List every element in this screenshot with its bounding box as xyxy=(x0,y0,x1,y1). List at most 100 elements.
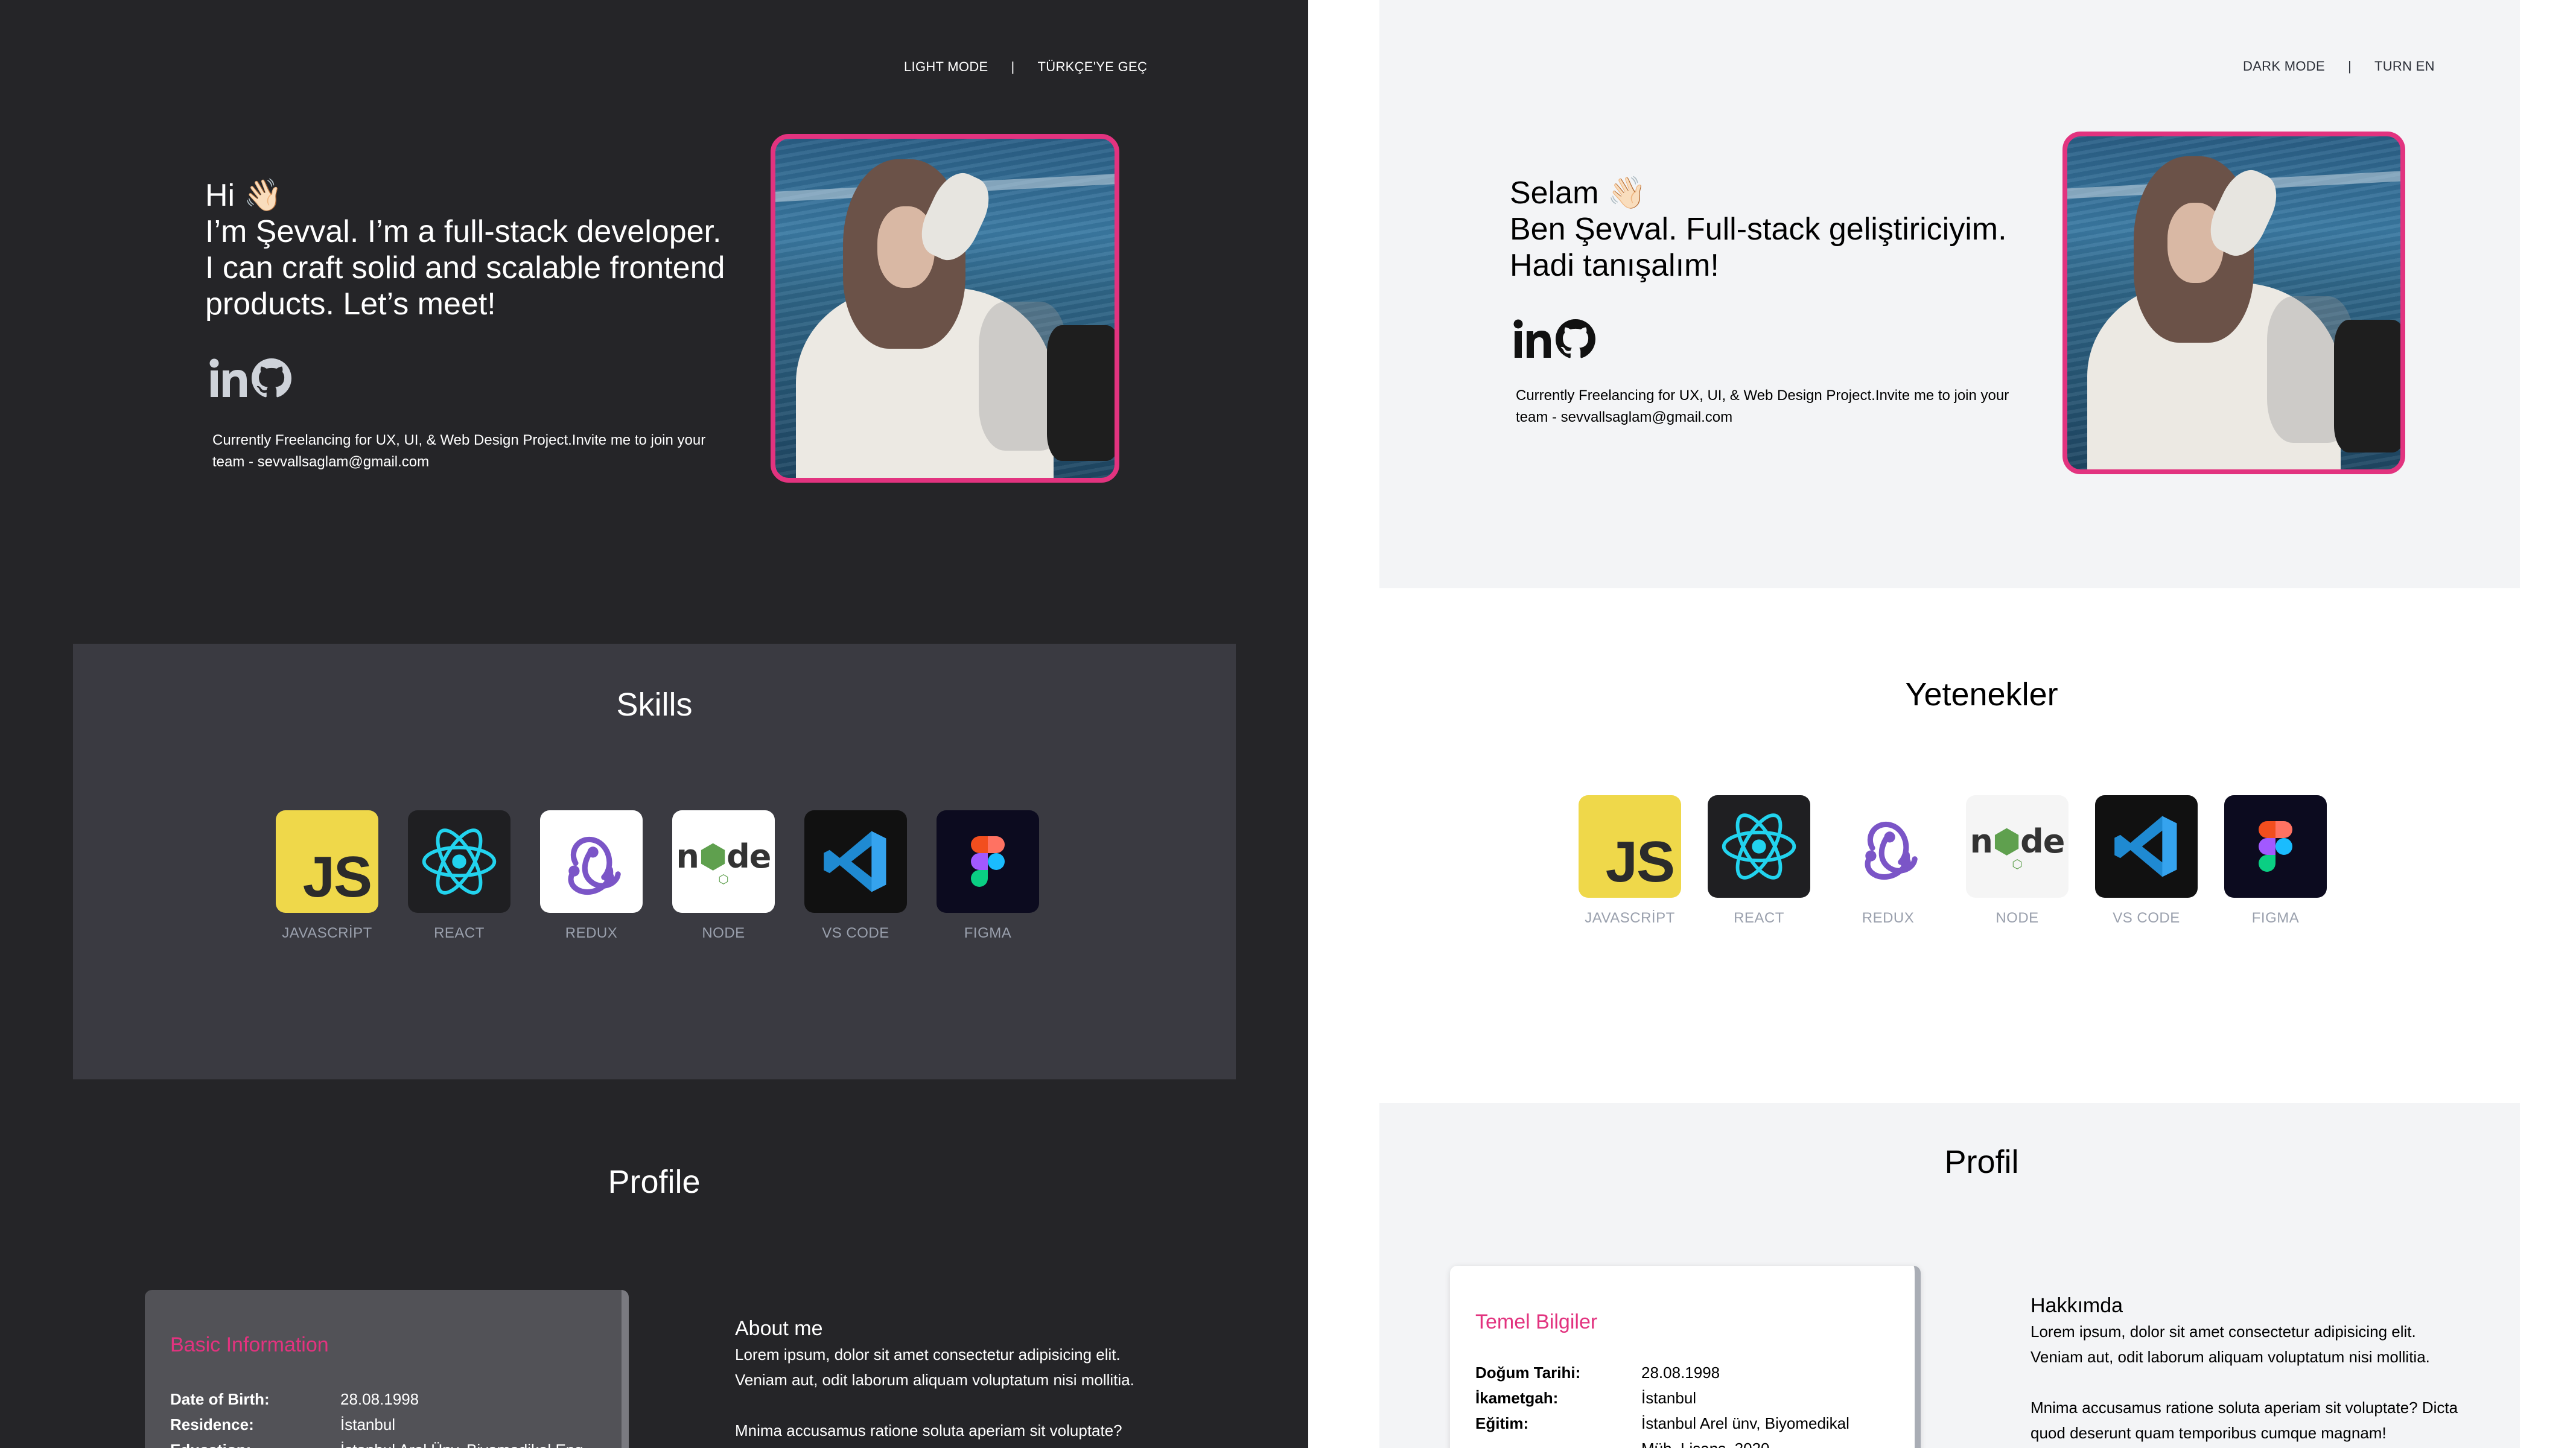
language-switch[interactable]: TÜRKÇE'YE GEÇ xyxy=(1038,59,1148,75)
greeting: Hi 👋🏻 xyxy=(205,178,283,213)
info-row: Eğitim: İstanbul Arel ünv, Biyomedikal xyxy=(1475,1411,1910,1436)
vscode-icon xyxy=(804,810,907,913)
intro-text: I’m Şevval. I’m a full-stack developer. … xyxy=(205,214,725,322)
about-title: About me xyxy=(735,1317,823,1340)
top-nav: DARK MODE | TURN EN xyxy=(2243,59,2435,74)
skill-label: REDUX xyxy=(565,925,618,941)
basic-info-card: Basic Information Date of Birth: 28.08.1… xyxy=(145,1290,629,1448)
skill-label: FIGMA xyxy=(2251,910,2300,926)
skill-label: REDUX xyxy=(1862,910,1915,926)
info-row: Date of Birth: 28.08.1998 xyxy=(170,1386,617,1412)
profile-photo xyxy=(2062,132,2405,474)
about-paragraph: Mnima accusamus ratione soluta aperiam s… xyxy=(2031,1399,2458,1442)
linkedin-icon[interactable] xyxy=(1512,318,1552,360)
info-value: İstanbul xyxy=(1641,1389,1697,1407)
skills-title: Skills xyxy=(616,687,693,723)
skill-item: n⬢de ⬡ NODE xyxy=(672,810,775,942)
skill-item: FIGMA xyxy=(2224,795,2327,927)
skill-label: VS CODE xyxy=(822,925,889,941)
profile-title: Profile xyxy=(608,1164,701,1200)
profile-title: Profil xyxy=(1944,1144,2019,1180)
about-paragraph: Lorem ipsum, dolor sit amet consectetur … xyxy=(735,1345,1134,1389)
info-row: Müh. Lisans, 2020 xyxy=(1475,1436,1910,1448)
info-row: Education: İstanbul Arel Ünv, Biyomedika… xyxy=(170,1437,617,1448)
skill-item: REDUX xyxy=(1837,795,1939,927)
light-mode-preview: DARK MODE | TURN EN Selam 👋🏻 Ben Şevval.… xyxy=(1308,0,2576,1448)
info-value: İstanbul xyxy=(340,1415,396,1434)
info-rows: Doğum Tarihi: 28.08.1998 İkametgah: İsta… xyxy=(1475,1360,1910,1448)
info-key: İkametgah: xyxy=(1475,1389,1559,1407)
node-icon: n⬢de ⬡ xyxy=(1966,795,2069,898)
info-value: 28.08.1998 xyxy=(1641,1364,1720,1382)
skill-item: REACT xyxy=(1708,795,1810,927)
javascript-icon: JS xyxy=(276,810,378,913)
skill-item: JS JAVASCRİPT xyxy=(1579,795,1681,927)
skill-label: NODE xyxy=(702,925,745,941)
info-value: 28.08.1998 xyxy=(340,1390,419,1408)
skill-label: NODE xyxy=(1996,910,2039,926)
about-me: About me Lorem ipsum, dolor sit amet con… xyxy=(735,1315,1169,1443)
info-rows: Date of Birth: 28.08.1998 Residence: İst… xyxy=(170,1386,617,1448)
dark-mode-preview: LIGHT MODE | TÜRKÇE'YE GEÇ Hi 👋🏻 I’m Şev… xyxy=(0,0,1308,1448)
linkedin-icon[interactable] xyxy=(208,357,248,399)
info-row: Residence: İstanbul xyxy=(170,1412,617,1437)
card-title: Basic Information xyxy=(170,1333,329,1356)
info-key: Date of Birth: xyxy=(170,1390,270,1408)
hero-intro: Hi 👋🏻 I’m Şevval. I’m a full-stack devel… xyxy=(205,177,730,322)
skills-title: Yetenekler xyxy=(1905,676,2058,713)
github-icon[interactable] xyxy=(252,358,291,398)
skill-label: REACT xyxy=(1734,910,1784,926)
info-key: Doğum Tarihi: xyxy=(1475,1364,1581,1382)
light-mode-toggle[interactable]: LIGHT MODE xyxy=(904,59,988,75)
hero-intro: Selam 👋🏻 Ben Şevval. Full-stack geliştir… xyxy=(1510,175,2029,284)
skill-item: n⬢de ⬡ NODE xyxy=(1966,795,2069,927)
info-row: Doğum Tarihi: 28.08.1998 xyxy=(1475,1360,1910,1385)
skill-item: FIGMA xyxy=(937,810,1039,942)
about-paragraph: Lorem ipsum, dolor sit amet consectetur … xyxy=(2031,1323,2430,1366)
skill-label: JAVASCRİPT xyxy=(282,925,372,941)
figma-icon xyxy=(937,810,1039,913)
redux-icon xyxy=(1837,795,1939,898)
vscode-icon xyxy=(2095,795,2198,898)
skill-label: VS CODE xyxy=(2113,910,2180,926)
profile-photo xyxy=(771,134,1119,483)
about-paragraph: Mnima accusamus ratione soluta aperiam s… xyxy=(735,1421,1122,1440)
info-key: Eğitim: xyxy=(1475,1414,1529,1432)
info-value: Müh. Lisans, 2020 xyxy=(1641,1436,1769,1448)
github-icon[interactable] xyxy=(1556,319,1595,359)
node-icon: n⬢de ⬡ xyxy=(672,810,775,913)
skill-item: JS JAVASCRİPT xyxy=(276,810,378,942)
card-title: Temel Bilgiler xyxy=(1475,1310,1598,1333)
info-value: İstanbul Arel ünv, Biyomedikal xyxy=(1641,1414,1849,1432)
react-icon xyxy=(408,810,510,913)
freelance-note: Currently Freelancing for UX, UI, & Web … xyxy=(212,432,706,470)
skill-item: REDUX xyxy=(540,810,643,942)
figma-icon xyxy=(2224,795,2327,898)
top-nav: LIGHT MODE | TÜRKÇE'YE GEÇ xyxy=(904,59,1147,75)
basic-info-card: Temel Bilgiler Doğum Tarihi: 28.08.1998 … xyxy=(1450,1266,1921,1448)
skill-label: FIGMA xyxy=(964,925,1012,941)
skill-label: REACT xyxy=(434,925,485,941)
about-title: Hakkımda xyxy=(2031,1294,2123,1317)
skills-section: Skills JS JAVASCRİPT REACT REDUX n⬢de ⬡ NO… xyxy=(73,644,1236,1079)
react-icon xyxy=(1708,795,1810,898)
info-key: Residence: xyxy=(170,1415,254,1434)
javascript-icon: JS xyxy=(1579,795,1681,898)
skill-item: VS CODE xyxy=(2095,795,2198,927)
skill-item: VS CODE xyxy=(804,810,907,942)
language-switch[interactable]: TURN EN xyxy=(2374,59,2435,74)
info-key: Education: xyxy=(170,1437,251,1448)
skill-label: JAVASCRİPT xyxy=(1585,910,1675,926)
about-me: Hakkımda Lorem ipsum, dolor sit amet con… xyxy=(2031,1292,2465,1446)
nav-separator: | xyxy=(1011,59,1015,74)
info-value: İstanbul Arel Ünv, Biyomedikal Eng. xyxy=(340,1437,588,1448)
social-links xyxy=(1512,318,1595,360)
intro-text: Ben Şevval. Full-stack geliştiriciyim. H… xyxy=(1510,212,2007,283)
redux-icon xyxy=(540,810,643,913)
social-links xyxy=(208,357,291,399)
info-row: İkametgah: İstanbul xyxy=(1475,1385,1910,1411)
nav-separator: | xyxy=(2347,59,2352,74)
greeting: Selam 👋🏻 xyxy=(1510,176,1647,211)
skill-item: REACT xyxy=(408,810,510,942)
dark-mode-toggle[interactable]: DARK MODE xyxy=(2243,59,2325,74)
